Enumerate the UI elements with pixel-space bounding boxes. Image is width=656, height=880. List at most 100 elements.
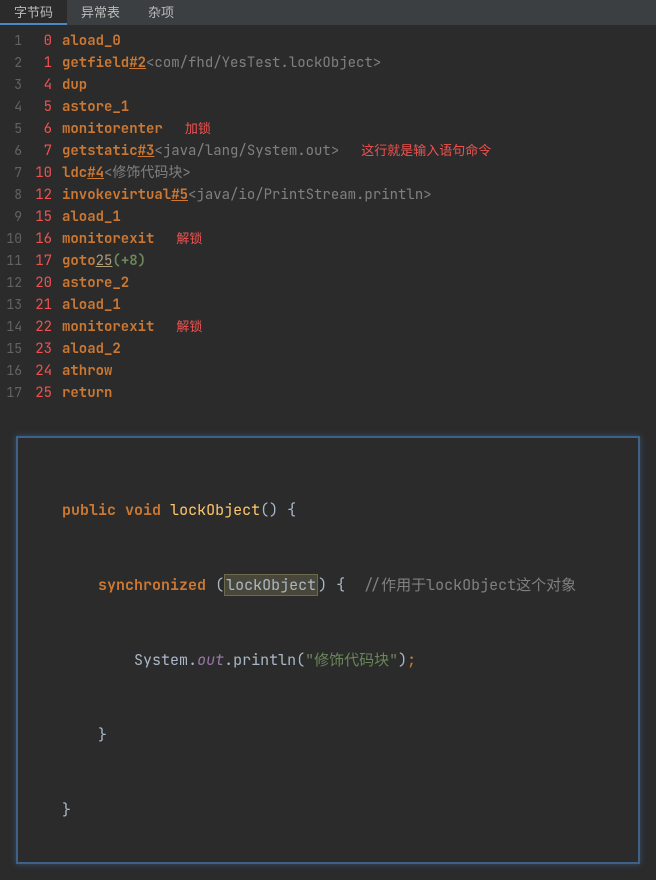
- indent: [26, 650, 62, 670]
- highlighted-identifier: lockObject: [224, 574, 318, 596]
- offset: 10: [26, 163, 54, 184]
- tabs-bar: 字节码 异常表 杂项: [0, 0, 656, 26]
- target-offset[interactable]: 25: [96, 251, 113, 272]
- bytecode-row[interactable]: 16 24 athrow: [0, 360, 656, 382]
- opcode: aload_0: [62, 31, 121, 52]
- relative-jump: (+8): [112, 251, 146, 272]
- offset: 24: [26, 361, 54, 382]
- annotation: 解锁: [176, 228, 202, 249]
- line-number: 5: [2, 118, 26, 139]
- indent: [98, 650, 134, 670]
- line-number: 7: [2, 162, 26, 183]
- brace-open: {: [287, 500, 296, 520]
- bytecode-row[interactable]: 12 20 astore_2: [0, 272, 656, 294]
- line-number: 17: [2, 382, 26, 403]
- source-line: public void lockObject() {: [26, 498, 630, 523]
- line-number: 12: [2, 272, 26, 293]
- constpool-ref[interactable]: #4: [87, 163, 104, 184]
- bytecode-row[interactable]: 3 4 dup: [0, 74, 656, 96]
- indent: [62, 650, 98, 670]
- bytecode-row[interactable]: 11 17goto 25 (+8): [0, 250, 656, 272]
- tab-misc[interactable]: 杂项: [134, 0, 188, 25]
- bytecode-row[interactable]: 9 15aload_1: [0, 206, 656, 228]
- opcode: getstatic: [62, 141, 138, 162]
- indent: [62, 575, 98, 595]
- offset: 0: [26, 31, 54, 52]
- bytecode-listing: 1 0aload_02 1getfield #2 <com/fhd/YesTes…: [0, 26, 656, 416]
- indent: [26, 800, 62, 820]
- bytecode-row[interactable]: 8 12invokevirtual #5 <java/io/PrintStrea…: [0, 184, 656, 206]
- indent: [26, 500, 62, 520]
- source-line: synchronized (lockObject) { //作用于lockObj…: [26, 573, 630, 598]
- opcode: athrow: [62, 361, 112, 382]
- source-line: System.out.println("修饰代码块");: [26, 648, 630, 673]
- line-number: 13: [2, 294, 26, 315]
- offset: 6: [26, 119, 54, 140]
- field-out: out: [197, 650, 224, 670]
- bytecode-row[interactable]: 17 25 return: [0, 382, 656, 404]
- opcode: astore_2: [62, 273, 129, 294]
- bytecode-row[interactable]: 7 10ldc #4 <修饰代码块>: [0, 162, 656, 184]
- opcode: goto: [62, 251, 96, 272]
- offset: 15: [26, 207, 54, 228]
- constpool-ref[interactable]: #5: [171, 185, 188, 206]
- identifier-println: println: [233, 650, 296, 670]
- paren-open: (: [296, 650, 305, 670]
- opcode: aload_1: [62, 207, 121, 228]
- parens: (): [260, 500, 278, 520]
- source-line: }: [26, 723, 630, 748]
- line-number: 15: [2, 338, 26, 359]
- offset: 12: [26, 185, 54, 206]
- symbol-comment: <com/fhd/YesTest.lockObject>: [146, 53, 381, 74]
- annotation: 解锁: [176, 316, 202, 337]
- brace-close: }: [62, 800, 71, 820]
- bytecode-row[interactable]: 1 0aload_0: [0, 30, 656, 52]
- line-number: 10: [2, 228, 26, 249]
- offset: 1: [26, 53, 54, 74]
- bytecode-row[interactable]: 4 5astore_1: [0, 96, 656, 118]
- bytecode-row[interactable]: 13 21aload_1: [0, 294, 656, 316]
- keyword-synchronized: synchronized: [98, 575, 206, 595]
- opcode: ldc: [62, 163, 87, 184]
- bytecode-row[interactable]: 6 7getstatic #3 <java/lang/System.out>这行…: [0, 140, 656, 162]
- offset: 25: [26, 383, 54, 404]
- keyword-void: void: [125, 500, 161, 520]
- dot: .: [224, 650, 233, 670]
- line-comment: //作用于lockObject这个对象: [363, 575, 576, 595]
- offset: 17: [26, 251, 54, 272]
- opcode: invokevirtual: [62, 185, 171, 206]
- tab-bytecode[interactable]: 字节码: [0, 0, 67, 25]
- opcode: getfield: [62, 53, 129, 74]
- offset: 20: [26, 273, 54, 294]
- offset: 4: [26, 75, 54, 96]
- line-number: 6: [2, 140, 26, 161]
- bytecode-row[interactable]: 15 23 aload_2: [0, 338, 656, 360]
- indent: [26, 575, 62, 595]
- source-block: public void lockObject() { synchronized …: [16, 436, 640, 864]
- opcode: monitorexit: [62, 317, 154, 338]
- constpool-ref[interactable]: #3: [138, 141, 155, 162]
- paren-open: (: [215, 575, 224, 595]
- tab-exceptions[interactable]: 异常表: [67, 0, 134, 25]
- opcode: dup: [62, 75, 87, 96]
- line-number: 4: [2, 96, 26, 117]
- annotation: 加锁: [185, 118, 211, 139]
- paren-close: ): [398, 650, 407, 670]
- opcode: aload_2: [62, 339, 121, 360]
- bytecode-row[interactable]: 5 6monitorenter加锁: [0, 118, 656, 140]
- line-number: 3: [2, 74, 26, 95]
- line-number: 8: [2, 184, 26, 205]
- opcode: return: [62, 383, 112, 404]
- offset: 21: [26, 295, 54, 316]
- offset: 16: [26, 229, 54, 250]
- bytecode-row[interactable]: 14 22monitorexit解锁: [0, 316, 656, 338]
- offset: 22: [26, 317, 54, 338]
- constpool-ref[interactable]: #2: [129, 53, 146, 74]
- line-number: 16: [2, 360, 26, 381]
- bytecode-row[interactable]: 2 1getfield #2 <com/fhd/YesTest.lockObje…: [0, 52, 656, 74]
- offset: 7: [26, 141, 54, 162]
- bytecode-row[interactable]: 10 16monitorexit解锁: [0, 228, 656, 250]
- string-literal: "修饰代码块": [305, 650, 398, 670]
- offset: 23: [26, 339, 54, 360]
- source-line: }: [26, 798, 630, 823]
